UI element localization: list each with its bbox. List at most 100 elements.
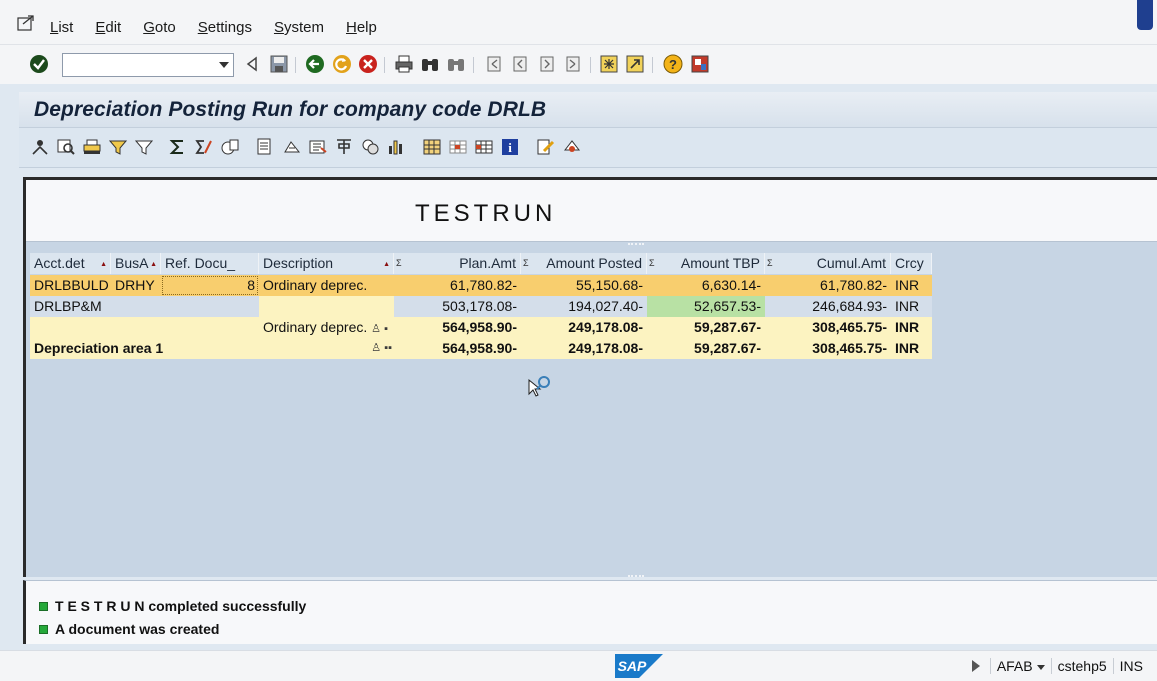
cell-amount-posted[interactable]: 249,178.08-	[521, 338, 647, 359]
table-row[interactable]: DRLBBULD DRHY 8 Ordinary deprec. 61,780.…	[30, 275, 932, 296]
column-header-busa[interactable]: BusA ▲	[111, 253, 161, 274]
back-icon[interactable]	[242, 54, 262, 74]
sum-icon[interactable]	[168, 137, 188, 157]
export-excel-icon[interactable]	[334, 137, 354, 157]
splitter-handle[interactable]	[628, 243, 644, 246]
message-item[interactable]: T E S T R U N completed successfully	[39, 598, 306, 614]
subtotal-icon[interactable]	[194, 137, 214, 157]
first-page-icon[interactable]	[484, 54, 504, 74]
cell-amount-tbp[interactable]: 59,287.67-	[647, 317, 765, 338]
filter-delete-icon[interactable]	[134, 137, 154, 157]
print-icon[interactable]	[394, 54, 414, 74]
cell-acct-det[interactable]	[30, 317, 259, 338]
cell-crcy[interactable]: INR	[891, 338, 932, 359]
cell-description[interactable]: Ordinary deprec.	[259, 275, 394, 296]
menu-goto[interactable]: Goto	[143, 19, 176, 36]
save-layout-icon[interactable]	[474, 137, 494, 157]
menu-settings[interactable]: Settings	[198, 19, 252, 36]
last-page-icon[interactable]	[563, 54, 583, 74]
help-icon[interactable]	[562, 137, 582, 157]
menu-edit[interactable]: Edit	[95, 19, 121, 36]
total-row[interactable]: Depreciation area 1 ♙ ▪▪ 564,958.90- 249…	[30, 338, 932, 359]
bar-chart-icon[interactable]	[386, 137, 406, 157]
column-header-amount-tbp[interactable]: Σ Amount TBP	[647, 253, 765, 274]
layout-icon[interactable]	[282, 137, 302, 157]
cell-amount-posted[interactable]: 194,027.40-	[521, 296, 647, 317]
column-header-cumul-amt[interactable]: Σ Cumul.Amt	[765, 253, 891, 274]
column-header-amount-posted[interactable]: Σ Amount Posted	[521, 253, 647, 274]
cell-description[interactable]: Ordinary deprec. ♙ ▪	[259, 317, 394, 338]
export-icon[interactable]	[254, 137, 274, 157]
detail-icon[interactable]	[30, 137, 50, 157]
cell-cumul-amt[interactable]: 308,465.75-	[765, 338, 891, 359]
cell-plan-amt[interactable]: 564,958.90-	[394, 317, 521, 338]
cell-acct-det[interactable]: DRLBP&M	[30, 296, 161, 317]
create-session-icon[interactable]	[599, 54, 619, 74]
message-item[interactable]: A document was created	[39, 621, 219, 637]
help-icon[interactable]: ?	[663, 54, 683, 74]
print-icon[interactable]	[82, 137, 102, 157]
cell-crcy[interactable]: INR	[891, 317, 932, 338]
grid-icon[interactable]	[422, 137, 442, 157]
menu-help[interactable]: Help	[346, 19, 377, 36]
find-next-icon[interactable]	[446, 54, 466, 74]
green-back-icon[interactable]	[305, 54, 325, 74]
cell-cumul-amt[interactable]: 61,780.82-	[765, 275, 891, 296]
info-icon[interactable]: i	[500, 137, 520, 157]
cell-ref-docu[interactable]	[161, 296, 259, 317]
cell-plan-amt[interactable]: 503,178.08-	[394, 296, 521, 317]
find-icon[interactable]	[420, 54, 440, 74]
status-transaction[interactable]: AFAB	[989, 658, 1051, 674]
customize-layout-icon[interactable]	[690, 54, 710, 74]
command-input[interactable]	[63, 54, 213, 76]
next-page-icon[interactable]	[537, 54, 557, 74]
cell-description[interactable]	[259, 296, 394, 317]
cell-crcy[interactable]: INR	[891, 275, 932, 296]
choose-layout-icon[interactable]	[448, 137, 468, 157]
menu-system[interactable]: System	[274, 19, 324, 36]
cell-cumul-amt[interactable]: 308,465.75-	[765, 317, 891, 338]
chevron-down-icon[interactable]	[219, 62, 229, 68]
cell-amount-tbp[interactable]: 52,657.53-	[647, 296, 765, 317]
chevron-down-icon[interactable]	[1036, 664, 1045, 670]
window-corner-widget[interactable]	[1137, 0, 1153, 30]
find-icon[interactable]	[56, 137, 76, 157]
cell-cumul-amt[interactable]: 246,684.93-	[765, 296, 891, 317]
column-header-crcy[interactable]: Crcy	[891, 253, 932, 274]
cell-acct-det[interactable]: Depreciation area 1 ♙ ▪▪	[30, 338, 394, 359]
exit-icon[interactable]	[332, 54, 352, 74]
cell-amount-posted[interactable]: 249,178.08-	[521, 317, 647, 338]
table-row[interactable]: DRLBP&M 503,178.08- 194,027.40- 52,657.5…	[30, 296, 932, 317]
sort-icon: ▲	[150, 261, 157, 268]
cell-ref-docu[interactable]: 8	[161, 275, 259, 296]
command-field[interactable]	[62, 53, 234, 77]
graphic-icon[interactable]	[360, 137, 380, 157]
splitter-handle[interactable]	[628, 575, 644, 578]
cell-amount-posted[interactable]: 55,150.68-	[521, 275, 647, 296]
abc-icon[interactable]	[308, 137, 328, 157]
exit-menu-icon[interactable]	[17, 15, 35, 31]
cell-amount-tbp[interactable]: 59,287.67-	[647, 338, 765, 359]
previous-page-icon[interactable]	[510, 54, 530, 74]
shortcut-icon[interactable]	[625, 54, 645, 74]
report-icon[interactable]	[220, 137, 240, 157]
play-icon[interactable]	[971, 660, 980, 672]
column-header-ref-docu[interactable]: Ref. Docu_	[161, 253, 259, 274]
cell-acct-det[interactable]: DRLBBULD	[30, 275, 111, 296]
column-header-description[interactable]: Description ▲	[259, 253, 394, 274]
sap-logo-text: SAP	[618, 658, 647, 674]
save-icon[interactable]	[269, 54, 289, 74]
column-header-acct-det[interactable]: Acct.det ▲	[30, 253, 111, 274]
edit-icon[interactable]	[536, 137, 556, 157]
cell-plan-amt[interactable]: 564,958.90-	[394, 338, 521, 359]
cell-crcy[interactable]: INR	[891, 296, 932, 317]
cell-busa[interactable]: DRHY	[111, 275, 161, 296]
cell-plan-amt[interactable]: 61,780.82-	[394, 275, 521, 296]
enter-icon[interactable]	[29, 54, 49, 74]
cancel-icon[interactable]	[358, 54, 378, 74]
cell-amount-tbp[interactable]: 6,630.14-	[647, 275, 765, 296]
filter-icon[interactable]	[108, 137, 128, 157]
menu-list[interactable]: List	[50, 19, 73, 36]
column-header-plan-amt[interactable]: Σ Plan.Amt	[394, 253, 521, 274]
subtotal-row[interactable]: Ordinary deprec. ♙ ▪ 564,958.90- 249,178…	[30, 317, 932, 338]
